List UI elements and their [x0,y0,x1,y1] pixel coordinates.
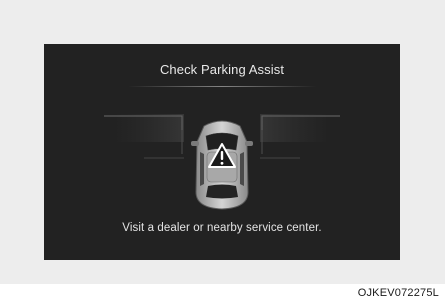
figure-code: OJKEV072275L [357,287,439,299]
parking-sensor-scene [104,114,340,210]
warning-title: Check Parking Assist [159,62,285,77]
cluster-display: Check Parking Assist Visit a dealer or n… [44,44,400,260]
illustration-frame: Check Parking Assist Visit a dealer or n… [0,0,445,284]
warning-message: Visit a dealer or nearby service center. [122,222,322,234]
title-divider [128,86,316,87]
